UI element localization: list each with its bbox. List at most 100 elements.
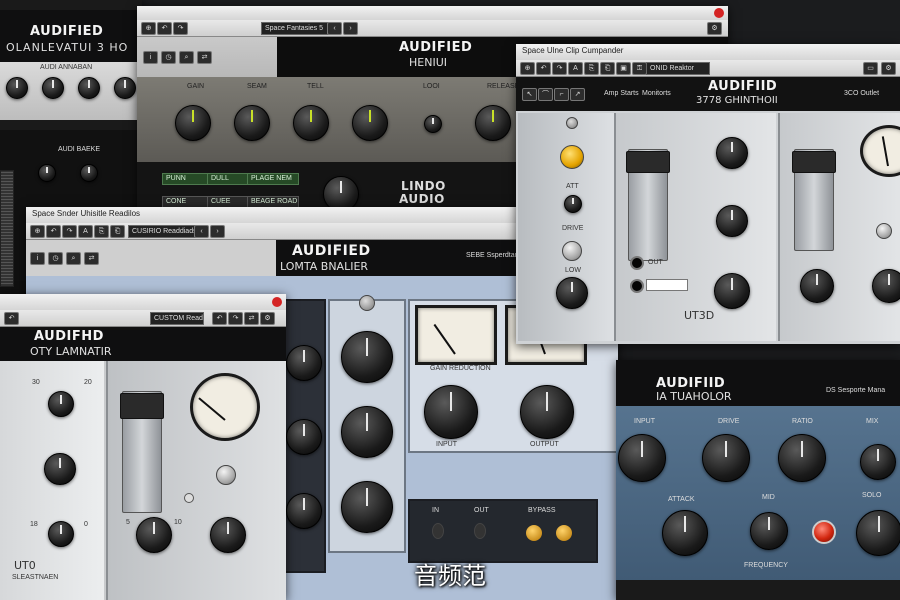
preset-field[interactable]: ONID Reaktor <box>646 62 710 75</box>
mid-knob[interactable] <box>750 512 788 550</box>
drive-knob[interactable] <box>702 434 750 482</box>
compare-icon[interactable]: ⇄ <box>244 312 259 325</box>
copy-icon[interactable]: ⎘ <box>94 225 109 238</box>
fader-cap[interactable] <box>120 393 164 419</box>
next-preset-icon[interactable]: › <box>210 225 225 238</box>
stepped-dial-3[interactable] <box>341 481 393 533</box>
release-knob[interactable] <box>475 105 511 141</box>
history-icon[interactable]: ◷ <box>161 51 176 64</box>
knob-3[interactable] <box>78 77 100 99</box>
close-button[interactable] <box>272 297 282 307</box>
redo-icon[interactable]: ↷ <box>552 62 567 75</box>
fader-cap-2[interactable] <box>792 151 836 173</box>
threshold-knob[interactable] <box>716 137 748 169</box>
attack-knob[interactable] <box>48 521 74 547</box>
next-preset-icon[interactable]: › <box>343 22 358 35</box>
info-icon[interactable]: i <box>143 51 158 64</box>
threshold-knob[interactable] <box>48 391 74 417</box>
trim-knob[interactable] <box>216 465 236 485</box>
seam-knob[interactable] <box>234 105 270 141</box>
preset-field[interactable]: Space Fantasies 5 <box>261 22 331 35</box>
tell-knob[interactable] <box>293 105 329 141</box>
prev-preset-icon[interactable]: ‹ <box>327 22 342 35</box>
out-switch[interactable] <box>474 523 486 539</box>
mode-button-3[interactable]: PLAGE NEM <box>247 173 299 185</box>
ratio-knob[interactable] <box>44 453 76 485</box>
compare-icon[interactable]: ⇄ <box>84 252 99 265</box>
strip-knob-1[interactable] <box>286 345 322 381</box>
gain-knob[interactable] <box>175 105 211 141</box>
trim-knob[interactable] <box>876 223 892 239</box>
output-jack[interactable] <box>630 279 644 293</box>
knob-1[interactable] <box>6 77 28 99</box>
small-knob-1[interactable] <box>38 164 56 182</box>
info-icon[interactable]: i <box>30 252 45 265</box>
output-dial[interactable] <box>520 385 574 439</box>
undo-icon[interactable]: ↶ <box>157 22 172 35</box>
input-knob[interactable] <box>618 434 666 482</box>
small-knob-2[interactable] <box>80 164 98 182</box>
bypass-lamp-1[interactable] <box>526 525 542 541</box>
preset-icon[interactable]: ⊕ <box>30 225 45 238</box>
undo-icon-2[interactable]: ↶ <box>212 312 227 325</box>
close-button[interactable] <box>714 8 724 18</box>
power-lamp[interactable] <box>560 145 584 169</box>
compare-icon[interactable]: ⇄ <box>197 51 212 64</box>
output-knob[interactable] <box>872 269 900 303</box>
knob-2[interactable] <box>42 77 64 99</box>
small-knob[interactable] <box>424 115 442 133</box>
att-knob[interactable] <box>564 195 582 213</box>
redo-icon[interactable]: ↷ <box>62 225 77 238</box>
ab-icon[interactable]: A <box>78 225 93 238</box>
marker-icon[interactable]: ⌐ <box>554 88 569 101</box>
attack-knob[interactable] <box>662 510 708 556</box>
stepped-dial-1[interactable] <box>341 331 393 383</box>
settings-icon[interactable]: ⚙ <box>881 62 896 75</box>
in-switch[interactable] <box>432 523 444 539</box>
prev-preset-icon[interactable]: ‹ <box>194 225 209 238</box>
ratio-knob[interactable] <box>778 434 826 482</box>
paste-icon[interactable]: ⎗ <box>600 62 615 75</box>
low-knob[interactable] <box>556 277 588 309</box>
redo-icon[interactable]: ↷ <box>228 312 243 325</box>
settings-icon[interactable]: ⚙ <box>260 312 275 325</box>
paste-icon[interactable]: ⎗ <box>110 225 125 238</box>
preset-field[interactable]: CUSTOM Readiads <box>150 312 204 325</box>
side-knob[interactable] <box>856 510 900 556</box>
cursor-icon[interactable]: ↖ <box>522 88 537 101</box>
history-icon[interactable]: ◷ <box>48 252 63 265</box>
output-knob[interactable] <box>210 517 246 553</box>
knob-4[interactable] <box>114 77 136 99</box>
ratio-knob[interactable] <box>716 205 748 237</box>
strip-knob-2[interactable] <box>286 419 322 455</box>
preset-field[interactable]: CUSIRIO Readdiads <box>128 225 198 238</box>
preset-icon[interactable]: ⊕ <box>520 62 535 75</box>
route-icon[interactable]: ↗ <box>570 88 585 101</box>
redo-icon[interactable]: ↷ <box>173 22 188 35</box>
save-icon[interactable]: ▣ <box>616 62 631 75</box>
drive-knob[interactable] <box>562 241 582 261</box>
copy-icon[interactable]: ⎘ <box>584 62 599 75</box>
release-knob[interactable] <box>714 273 750 309</box>
curve-icon[interactable]: ⌒ <box>538 88 553 101</box>
strip-knob-3[interactable] <box>286 493 322 529</box>
undo-icon[interactable]: ↶ <box>46 225 61 238</box>
undo-icon[interactable]: ↶ <box>4 312 19 325</box>
preset-icon[interactable]: ⊕ <box>141 22 156 35</box>
undo-icon[interactable]: ↶ <box>536 62 551 75</box>
mix-knob[interactable] <box>800 269 834 303</box>
monitor-icon[interactable]: ▭ <box>863 62 878 75</box>
lock-icon[interactable]: ⚿ <box>632 62 647 75</box>
input-jack[interactable] <box>630 256 644 270</box>
search-icon[interactable]: ⌕ <box>66 252 81 265</box>
fader-cap-1[interactable] <box>626 151 670 173</box>
mid-knob[interactable] <box>352 105 388 141</box>
solo-lamp[interactable] <box>812 520 836 544</box>
input-dial[interactable] <box>424 385 478 439</box>
ab-icon[interactable]: A <box>568 62 583 75</box>
stepped-dial-2[interactable] <box>341 406 393 458</box>
mode-button-2[interactable]: DULL <box>207 173 249 185</box>
mode-button-1[interactable]: PUNN <box>162 173 210 185</box>
search-icon[interactable]: ⌕ <box>179 51 194 64</box>
mix-knob[interactable] <box>860 444 896 480</box>
